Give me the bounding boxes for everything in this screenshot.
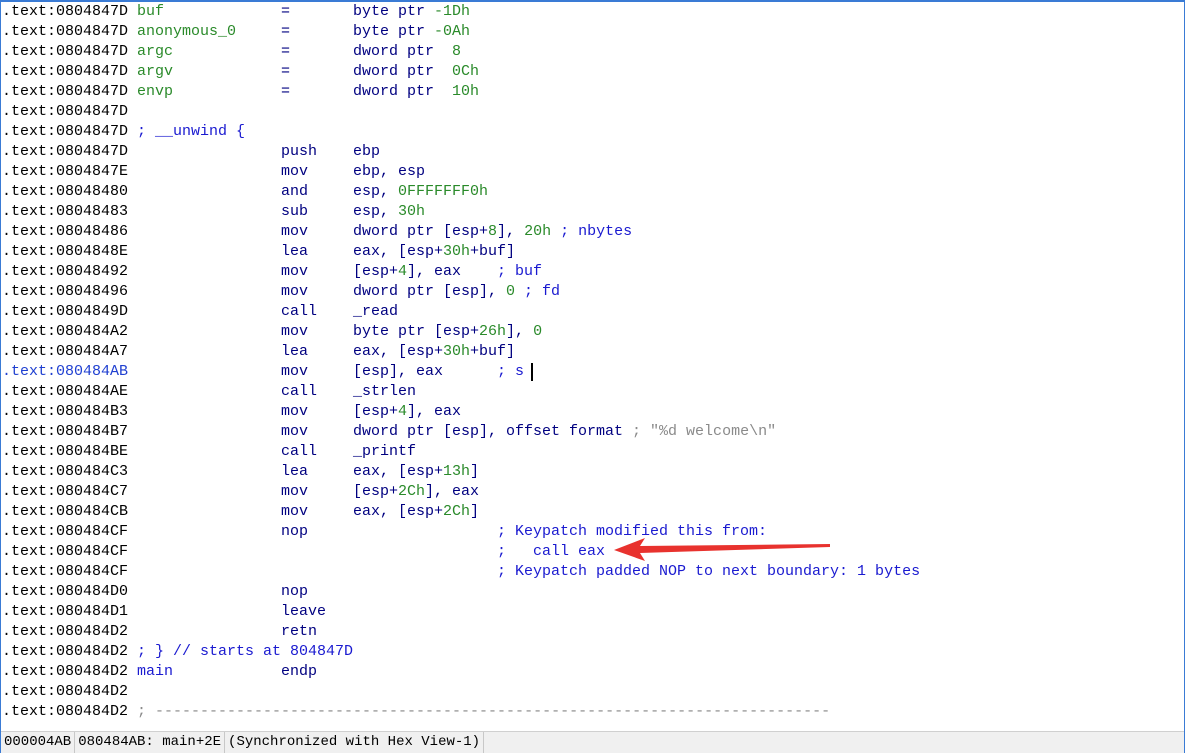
status-file-offset: 000004AB bbox=[1, 732, 76, 753]
red-arrow-annotation bbox=[614, 538, 830, 561]
status-bar: 000004AB 080484AB: main+2E (Synchronized w… bbox=[1, 731, 1184, 753]
status-location: 080484AB: main+2E bbox=[75, 732, 226, 753]
arrow-shape bbox=[614, 538, 830, 561]
status-sync: (Synchronized with Hex View-1) bbox=[225, 732, 485, 753]
